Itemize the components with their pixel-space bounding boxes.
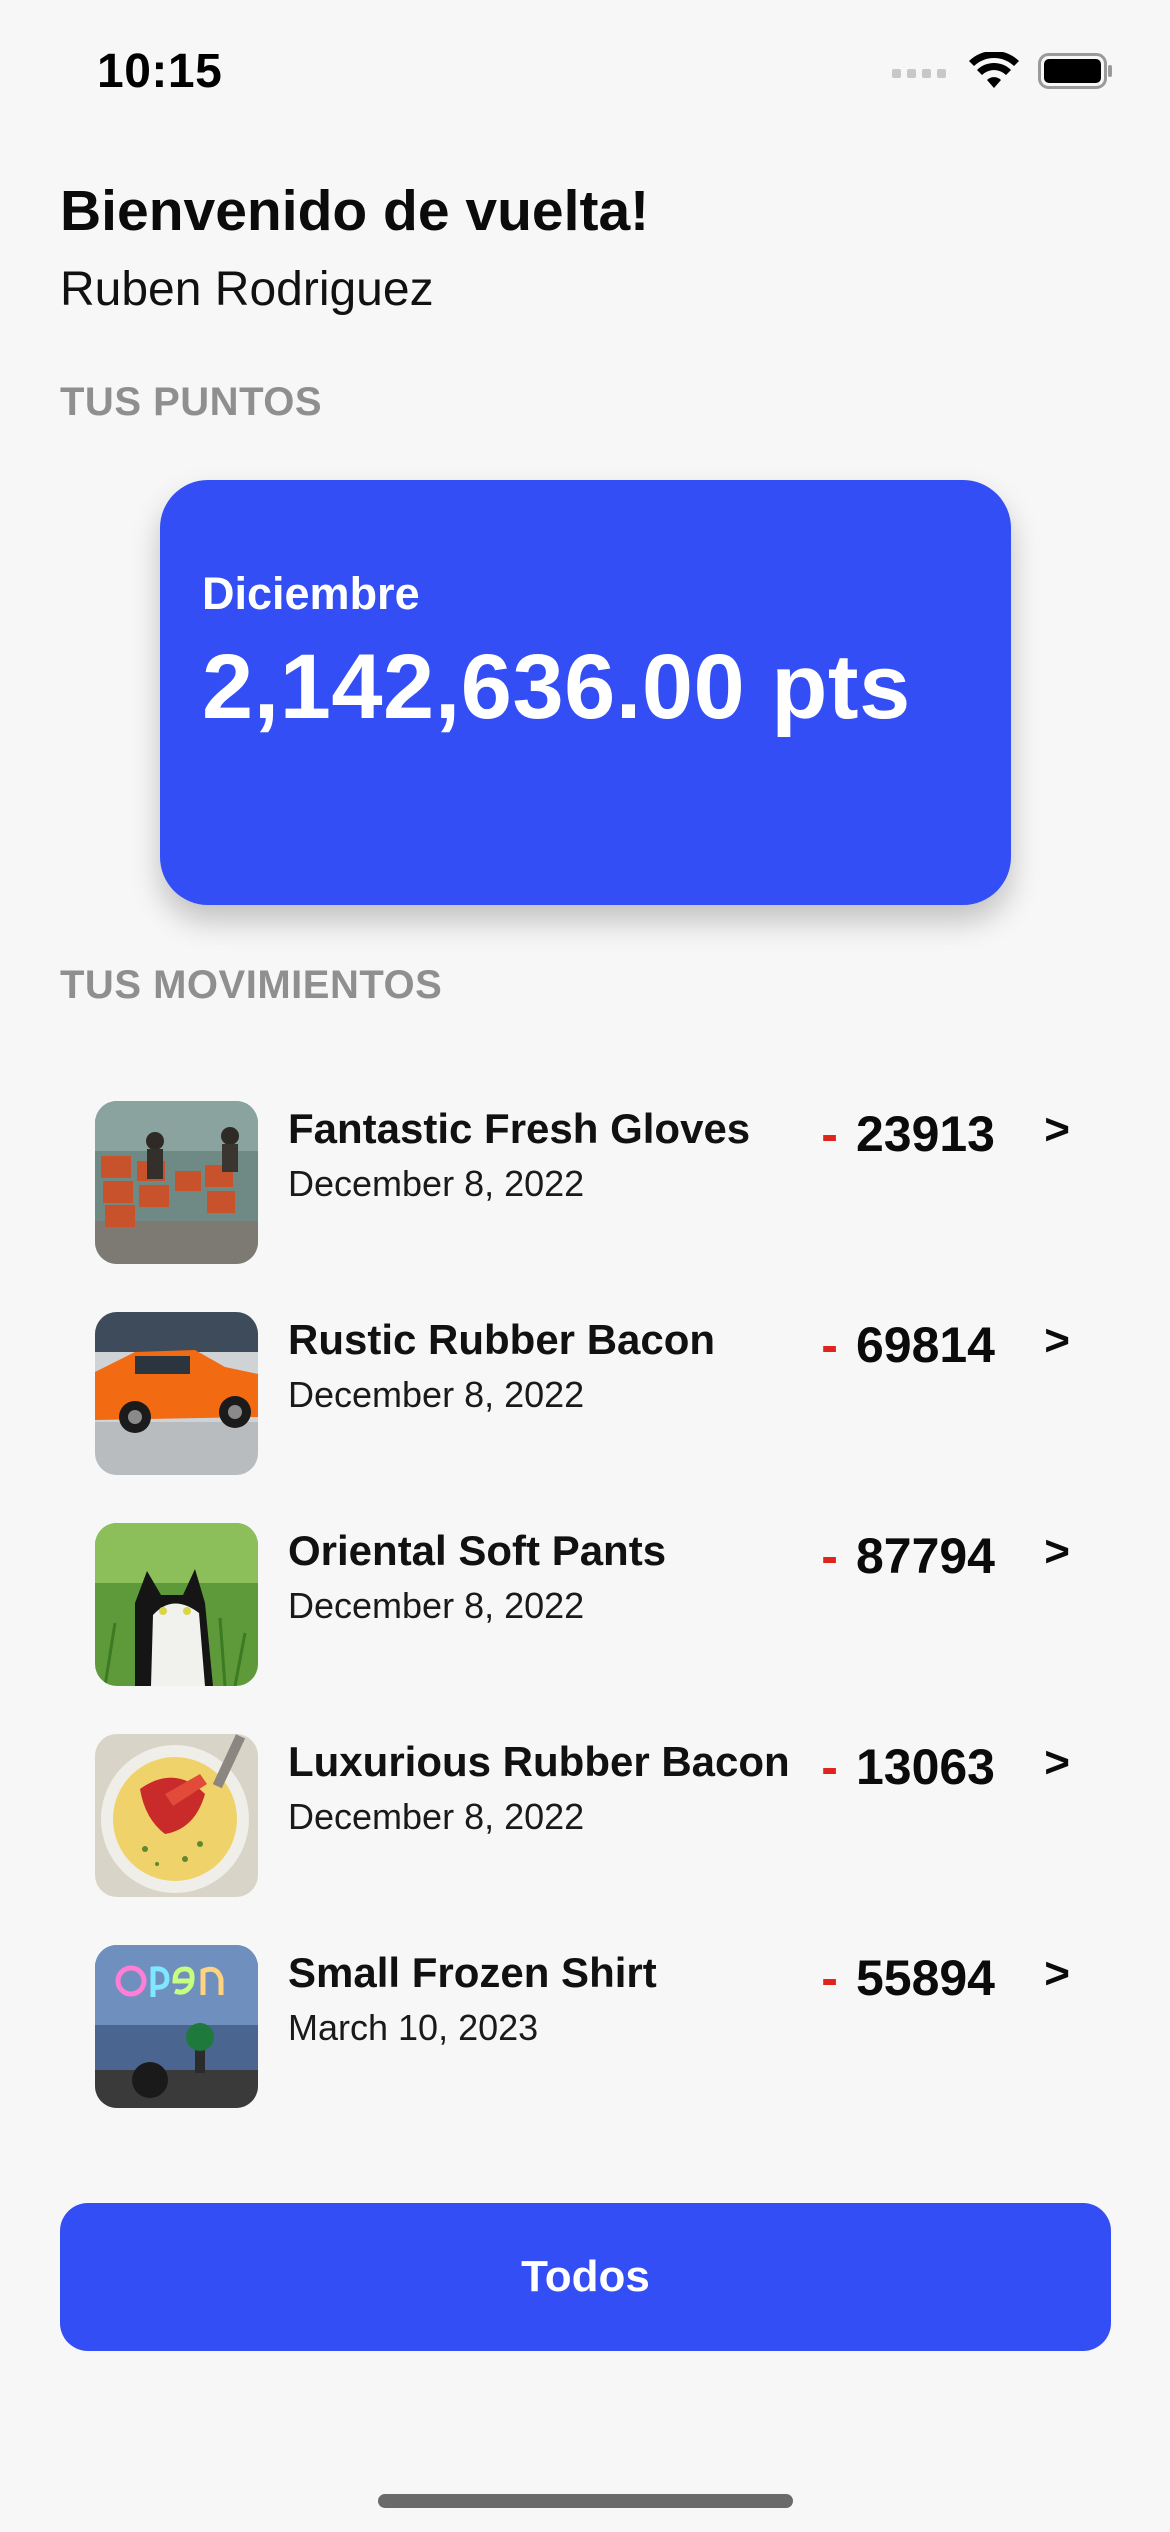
movement-title: Rustic Rubber Bacon xyxy=(288,1316,716,1363)
market-crates-photo xyxy=(95,1101,258,1264)
movement-title: Oriental Soft Pants xyxy=(288,1527,667,1574)
movement-row[interactable]: Small Frozen Shirt March 10, 2023 -55894… xyxy=(95,1945,1110,2111)
movements-section-label: TUS MOVIMIENTOS xyxy=(60,963,443,1007)
minus-sign: - xyxy=(821,1317,838,1373)
minus-sign: - xyxy=(821,1106,838,1162)
movement-date: December 8, 2022 xyxy=(288,1374,585,1415)
movement-title: Fantastic Fresh Gloves xyxy=(288,1105,751,1152)
points-section-label: TUS PUNTOS xyxy=(60,380,323,424)
movement-amount: -23913 xyxy=(821,1105,995,1163)
home-indicator[interactable] xyxy=(378,2494,793,2508)
movement-amount-value: 69814 xyxy=(855,1317,995,1373)
movement-row[interactable]: Rustic Rubber Bacon December 8, 2022 -69… xyxy=(95,1312,1110,1478)
chevron-right-icon[interactable]: > xyxy=(1044,1527,1070,1577)
user-name: Ruben Rodriguez xyxy=(60,263,434,316)
movement-row[interactable]: Luxurious Rubber Bacon December 8, 2022 … xyxy=(95,1734,1110,1900)
movement-amount-value: 87794 xyxy=(855,1528,995,1584)
minus-sign: - xyxy=(821,1950,838,2006)
movement-row[interactable]: Fantastic Fresh Gloves December 8, 2022 … xyxy=(95,1101,1110,1267)
minus-sign: - xyxy=(821,1739,838,1795)
neon-open-sign-photo xyxy=(95,1945,258,2108)
movement-date: December 8, 2022 xyxy=(288,1796,585,1837)
orange-car-photo xyxy=(95,1312,258,1475)
all-movements-button[interactable]: Todos xyxy=(60,2203,1111,2351)
minus-sign: - xyxy=(821,1528,838,1584)
chevron-right-icon[interactable]: > xyxy=(1044,1316,1070,1366)
cellular-signal-icon xyxy=(892,69,946,78)
lobster-dish-photo xyxy=(95,1734,258,1897)
status-icons xyxy=(892,50,1114,95)
wifi-icon xyxy=(968,50,1020,95)
movement-amount: -13063 xyxy=(821,1738,995,1796)
battery-icon xyxy=(1038,53,1114,94)
status-bar: 10:15 xyxy=(0,0,1170,150)
movement-amount-value: 55894 xyxy=(855,1950,995,2006)
movement-row[interactable]: Oriental Soft Pants December 8, 2022 -87… xyxy=(95,1523,1110,1689)
points-month: Diciembre xyxy=(202,568,420,619)
points-card[interactable]: Diciembre 2,142,636.00 pts xyxy=(160,480,1011,905)
chevron-right-icon[interactable]: > xyxy=(1044,1738,1070,1788)
movement-title: Small Frozen Shirt xyxy=(288,1949,657,1996)
points-value: 2,142,636.00 pts xyxy=(202,636,911,738)
cat-in-grass-photo xyxy=(95,1523,258,1686)
movement-amount: -69814 xyxy=(821,1316,995,1374)
movement-title: Luxurious Rubber Bacon xyxy=(288,1738,790,1785)
chevron-right-icon[interactable]: > xyxy=(1044,1949,1070,1999)
status-time: 10:15 xyxy=(97,45,223,98)
movement-amount-value: 13063 xyxy=(855,1739,995,1795)
movement-date: December 8, 2022 xyxy=(288,1585,585,1626)
movement-amount: -87794 xyxy=(821,1527,995,1585)
movement-amount: -55894 xyxy=(821,1949,995,2007)
greeting-title: Bienvenido de vuelta! xyxy=(60,179,650,243)
movement-date: December 8, 2022 xyxy=(288,1163,585,1204)
movement-amount-value: 23913 xyxy=(855,1106,995,1162)
movement-date: March 10, 2023 xyxy=(288,2007,539,2048)
chevron-right-icon[interactable]: > xyxy=(1044,1105,1070,1155)
